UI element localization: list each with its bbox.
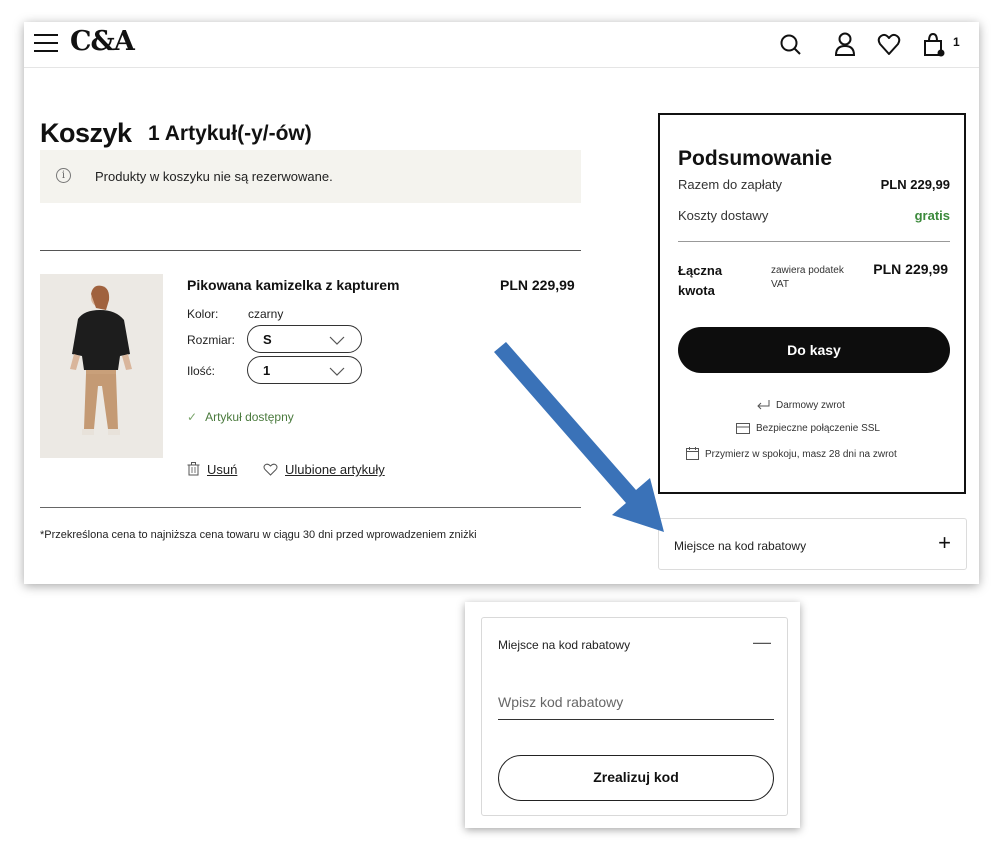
info-icon: i: [56, 168, 71, 183]
chevron-down-icon: [329, 336, 345, 345]
user-icon[interactable]: [831, 29, 859, 59]
summary-title: Podsumowanie: [678, 147, 833, 170]
annotation-arrow: [494, 342, 664, 532]
free-return-info: Darmowy zwrot: [756, 399, 845, 411]
remove-label: Usuń: [207, 462, 238, 477]
add-to-favorites-button[interactable]: Ulubione artykuły: [263, 462, 385, 477]
heart-outline-icon: [263, 463, 278, 476]
notice-text: Produkty w koszyku nie są rezerwowane.: [95, 169, 333, 184]
card-icon: [736, 423, 750, 434]
ssl-info: Bezpieczne połączenie SSL: [736, 423, 880, 434]
menu-icon[interactable]: [34, 34, 58, 54]
subtotal-value: PLN 229,99: [880, 177, 950, 192]
free-return-text: Darmowy zwrot: [776, 400, 845, 411]
site-logo[interactable]: C&A: [70, 26, 135, 57]
quantity-value: 1: [263, 363, 271, 378]
size-label: Rozmiar:: [187, 333, 236, 347]
redeem-code-button[interactable]: Zrealizuj kod: [498, 755, 774, 801]
coupon-code-input[interactable]: [498, 684, 774, 720]
shipping-label: Koszty dostawy: [678, 208, 769, 223]
collapse-icon[interactable]: —: [753, 632, 771, 653]
calendar-icon: [686, 447, 699, 460]
reservation-notice: i Produkty w koszyku nie są rezerwowane.: [40, 150, 581, 203]
price-footnote: *Przekreślona cena to najniższa cena tow…: [40, 529, 477, 541]
vat-note: zawiera podatek VAT: [771, 265, 844, 290]
check-icon: ✓: [187, 410, 198, 424]
coupon-label: Miejsce na kod rabatowy: [674, 539, 807, 553]
item-count: 1 Artykuł(-y/-ów): [148, 122, 312, 145]
chevron-down-icon: [329, 367, 345, 376]
subtotal-label: Razem do zapłaty: [678, 177, 783, 192]
search-icon[interactable]: [777, 29, 805, 59]
size-value: S: [263, 332, 272, 347]
product-photo-illustration: [40, 274, 163, 458]
color-value: czarny: [248, 307, 284, 321]
availability-status: ✓ Artykuł dostępny: [187, 410, 294, 424]
divider: [40, 250, 581, 251]
checkout-button[interactable]: Do kasy: [678, 327, 950, 373]
cart-icon[interactable]: [919, 29, 947, 59]
heart-icon[interactable]: [875, 29, 903, 59]
try-on-info: Przymierz w spokoju, masz 28 dni na zwro…: [686, 447, 897, 460]
shipping-row: Koszty dostawy gratis: [678, 208, 950, 223]
coupon-screenshot: Miejsce na kod rabatowy — Zrealizuj kod: [465, 602, 800, 828]
order-summary: Podsumowanie Razem do zapłaty PLN 229,99…: [658, 113, 966, 494]
expand-icon[interactable]: +: [938, 530, 951, 556]
size-select[interactable]: S: [247, 325, 362, 353]
remove-button[interactable]: Usuń: [187, 462, 237, 477]
color-label: Kolor:: [187, 307, 219, 321]
favorites-label: Ulubione artykuły: [285, 462, 385, 477]
product-price: PLN 229,99: [500, 277, 575, 293]
coupon-label: Miejsce na kod rabatowy: [498, 638, 631, 652]
product-name[interactable]: Pikowana kamizelka z kapturem: [187, 277, 399, 293]
try-on-text: Przymierz w spokoju, masz 28 dni na zwro…: [705, 449, 897, 460]
coupon-accordion-collapsed[interactable]: Miejsce na kod rabatowy +: [658, 518, 967, 570]
summary-divider: [678, 241, 950, 242]
return-arrow-icon: [757, 400, 770, 410]
ssl-text: Bezpieczne połączenie SSL: [756, 423, 880, 434]
shipping-value: gratis: [914, 208, 950, 223]
cart-count-badge: 1: [953, 35, 960, 49]
page-title: Koszyk: [40, 118, 132, 148]
product-image[interactable]: [40, 274, 163, 458]
trash-icon: [187, 462, 200, 476]
coupon-accordion-expanded: Miejsce na kod rabatowy — Zrealizuj kod: [481, 617, 788, 816]
cart-screenshot: C&A 1 Koszyk 1 Artykuł(-y/-ów) i Produkt…: [24, 22, 979, 584]
total-value: PLN 229,99: [873, 261, 948, 277]
total-label: Łączna kwota: [678, 263, 723, 298]
quantity-select[interactable]: 1: [247, 356, 362, 384]
quantity-label: Ilość:: [187, 364, 216, 378]
subtotal-row: Razem do zapłaty PLN 229,99: [678, 177, 950, 192]
availability-text: Artykuł dostępny: [205, 410, 294, 424]
site-header: C&A 1: [24, 22, 979, 68]
